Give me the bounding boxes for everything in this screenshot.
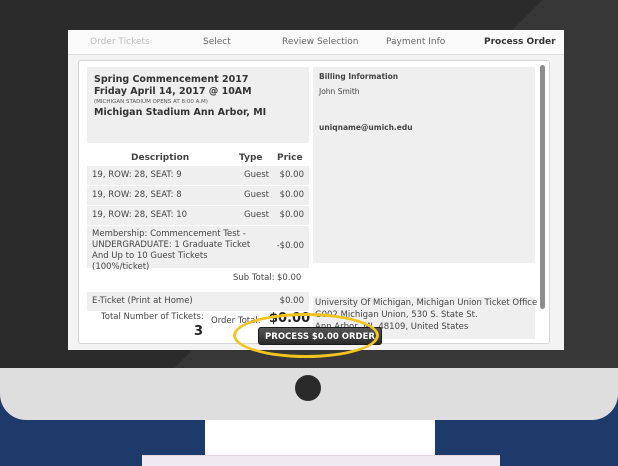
- event-date: Friday April 14, 2017 @ 10AM: [94, 86, 252, 97]
- row-description: 19, ROW: 28, SEAT: 8: [92, 190, 182, 200]
- row-price: $0.00: [279, 170, 304, 180]
- step-review-selection[interactable]: Review Selection: [282, 37, 358, 47]
- table-row: 19, ROW: 28, SEAT: 9 Guest $0.00: [87, 165, 309, 185]
- process-order-button[interactable]: PROCESS $0.00 ORDER: [258, 327, 382, 345]
- scrollbar[interactable]: [540, 65, 545, 339]
- table-row: 19, ROW: 28, SEAT: 8 Guest $0.00: [87, 185, 309, 205]
- table-row-membership: Membership: Commencement Test - UNDERGRA…: [87, 225, 309, 272]
- address-line-2: G002 Michigan Union, 530 S. State St.: [315, 310, 478, 320]
- row-price: $0.00: [279, 296, 304, 306]
- event-note: (MICHIGAN STADIUM OPENS AT 8:00 A.M): [94, 99, 208, 105]
- row-type: Guest: [244, 170, 269, 180]
- billing-name: John Smith: [319, 87, 360, 96]
- order-total-label: Order Total:: [211, 316, 261, 326]
- billing-email: uniqname@umich.edu: [319, 123, 413, 132]
- subtotal-value: $0.00: [277, 273, 302, 283]
- billing-title: Billing Information: [319, 72, 399, 81]
- monitor-frame: Order Tickets Select Review Selection Pa…: [0, 0, 618, 420]
- row-description: Membership: Commencement Test - UNDERGRA…: [92, 229, 251, 272]
- table-row-eticket: E-Ticket (Print at Home) $0.00: [87, 291, 309, 311]
- total-tickets-value: 3: [194, 324, 204, 339]
- order-panel: Spring Commencement 2017 Friday April 14…: [78, 60, 550, 344]
- event-venue: Michigan Stadium Ann Arbor, MI: [94, 107, 267, 118]
- row-price: $0.00: [279, 210, 304, 220]
- table-row: 19, ROW: 28, SEAT: 10 Guest $0.00: [87, 205, 309, 225]
- row-price: $0.00: [279, 190, 304, 200]
- camera-dot: [295, 375, 321, 401]
- step-process-order: Process Order: [484, 37, 556, 47]
- row-price: -$0.00: [276, 241, 304, 251]
- col-header-price: Price: [277, 153, 303, 163]
- total-tickets-label: Total Number of Tickets:: [101, 312, 204, 322]
- step-order-tickets[interactable]: Order Tickets: [90, 37, 150, 47]
- subtotal-label: Sub Total:: [233, 273, 275, 283]
- row-description: 19, ROW: 28, SEAT: 9: [92, 170, 182, 180]
- row-description: 19, ROW: 28, SEAT: 10: [92, 210, 188, 220]
- step-select[interactable]: Select: [203, 37, 231, 47]
- monitor-base: [142, 455, 500, 466]
- event-info: Spring Commencement 2017 Friday April 14…: [87, 67, 309, 143]
- monitor-screen: Order Tickets Select Review Selection Pa…: [68, 30, 564, 350]
- step-payment-info[interactable]: Payment Info: [386, 37, 445, 47]
- checkout-steps: Order Tickets Select Review Selection Pa…: [68, 30, 564, 55]
- billing-info: Billing Information John Smith uniqname@…: [313, 67, 535, 263]
- row-description: E-Ticket (Print at Home): [92, 296, 193, 306]
- scrollbar-thumb[interactable]: [540, 65, 545, 309]
- row-type: Guest: [244, 190, 269, 200]
- col-header-description: Description: [131, 153, 190, 163]
- event-title: Spring Commencement 2017: [94, 74, 249, 85]
- col-header-type: Type: [239, 153, 263, 163]
- address-line-1: University Of Michigan, Michigan Union T…: [315, 298, 538, 308]
- order-total-value: $0.00: [269, 311, 311, 326]
- row-type: Guest: [244, 210, 269, 220]
- monitor-bezel: Order Tickets Select Review Selection Pa…: [0, 0, 618, 368]
